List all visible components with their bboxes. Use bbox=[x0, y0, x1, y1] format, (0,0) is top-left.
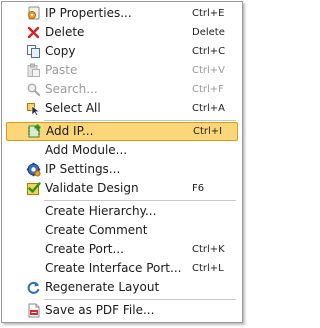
context-menu: IP Properties... Ctrl+E Delete Delete Co… bbox=[1, 1, 243, 323]
validate-icon bbox=[26, 181, 41, 196]
menu-item-label: Create Interface Port... bbox=[45, 261, 182, 275]
copy-icon bbox=[26, 44, 41, 59]
menu-item-create-port[interactable]: Create Port... Ctrl+K bbox=[4, 240, 240, 259]
menu-item-paste[interactable]: Paste Ctrl+V bbox=[4, 61, 240, 80]
menu-item-label: Select All bbox=[45, 101, 101, 115]
menu-item-label: Add Module... bbox=[45, 143, 128, 157]
select-all-icon bbox=[26, 101, 41, 116]
menu-item-shortcut: Ctrl+E bbox=[192, 8, 225, 19]
menu-separator bbox=[44, 200, 236, 201]
menu-item-label: Save as PDF File... bbox=[45, 303, 155, 317]
menu-item-label: IP Properties... bbox=[45, 6, 132, 20]
menu-item-label: Create Comment bbox=[45, 223, 148, 237]
menu-item-create-hierarchy[interactable]: Create Hierarchy... bbox=[4, 202, 240, 221]
menu-item-shortcut: Delete bbox=[192, 27, 225, 38]
regenerate-icon bbox=[26, 280, 41, 295]
menu-item-label: Search... bbox=[45, 82, 98, 96]
ip-settings-icon bbox=[26, 162, 41, 177]
menu-item-add-module[interactable]: Add Module... bbox=[4, 141, 240, 160]
menu-item-label: Validate Design bbox=[45, 181, 139, 195]
menu-item-select-all[interactable]: Select All Ctrl+A bbox=[4, 99, 240, 118]
menu-item-label: Copy bbox=[45, 44, 76, 58]
menu-item-shortcut: Ctrl+L bbox=[192, 263, 224, 274]
menu-item-create-comment[interactable]: Create Comment bbox=[4, 221, 240, 240]
menu-item-label: Regenerate Layout bbox=[45, 280, 160, 294]
menu-item-create-interface-port[interactable]: Create Interface Port... Ctrl+L bbox=[4, 259, 240, 278]
paste-icon bbox=[26, 63, 41, 78]
menu-item-ip-properties[interactable]: IP Properties... Ctrl+E bbox=[4, 4, 240, 23]
pdf-icon bbox=[26, 303, 41, 318]
menu-item-search[interactable]: Search... Ctrl+F bbox=[4, 80, 240, 99]
menu-item-copy[interactable]: Copy Ctrl+C bbox=[4, 42, 240, 61]
menu-item-validate-design[interactable]: Validate Design F6 bbox=[4, 179, 240, 198]
menu-item-shortcut: Ctrl+I bbox=[193, 126, 223, 137]
menu-item-regenerate-layout[interactable]: Regenerate Layout bbox=[4, 278, 240, 297]
context-menu-items: IP Properties... Ctrl+E Delete Delete Co… bbox=[4, 4, 240, 320]
menu-item-label: Create Hierarchy... bbox=[45, 204, 157, 218]
menu-item-save-as-pdf[interactable]: Save as PDF File... bbox=[4, 301, 240, 320]
delete-x-icon bbox=[26, 25, 41, 40]
ip-properties-icon bbox=[26, 6, 41, 21]
menu-item-delete[interactable]: Delete Delete bbox=[4, 23, 240, 42]
menu-item-shortcut: Ctrl+A bbox=[192, 103, 226, 114]
menu-item-shortcut: Ctrl+C bbox=[192, 46, 226, 57]
menu-item-add-ip[interactable]: Add IP... Ctrl+I bbox=[6, 122, 238, 141]
menu-item-shortcut: Ctrl+K bbox=[192, 244, 225, 255]
add-ip-icon bbox=[27, 124, 42, 139]
menu-item-label: Add IP... bbox=[46, 124, 94, 138]
menu-item-label: Paste bbox=[45, 63, 78, 77]
menu-item-shortcut: Ctrl+F bbox=[192, 84, 224, 95]
menu-item-shortcut: Ctrl+V bbox=[192, 65, 226, 76]
menu-separator bbox=[44, 120, 236, 121]
menu-item-label: IP Settings... bbox=[45, 162, 121, 176]
menu-item-ip-settings[interactable]: IP Settings... bbox=[4, 160, 240, 179]
menu-item-label: Create Port... bbox=[45, 242, 124, 256]
menu-item-label: Delete bbox=[45, 25, 85, 39]
menu-item-shortcut: F6 bbox=[192, 183, 205, 194]
search-icon bbox=[26, 82, 41, 97]
menu-separator bbox=[44, 299, 236, 300]
